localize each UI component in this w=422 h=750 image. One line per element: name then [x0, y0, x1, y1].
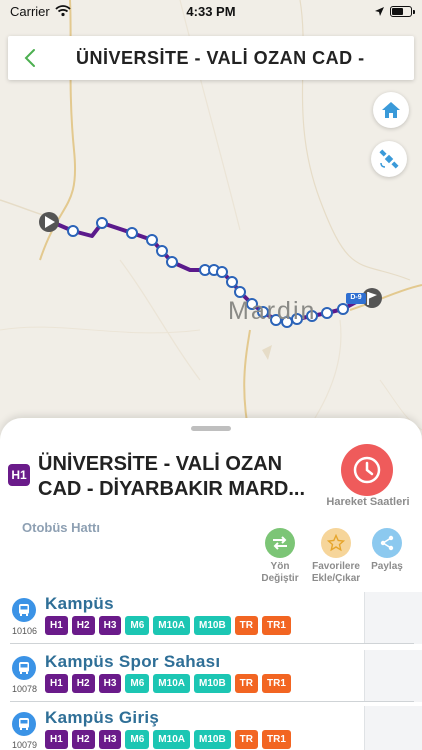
stop-code: 10106 — [12, 626, 38, 636]
route-title: ÜNİVERSİTE - VALİ OZAN CAD - DİYARBAKIR … — [38, 452, 328, 502]
header-title: ÜNİVERSİTE - VALİ OZAN CAD - — [76, 47, 365, 68]
wifi-icon — [55, 5, 71, 17]
line-chip-tr1[interactable]: TR1 — [262, 616, 291, 635]
divider — [10, 643, 414, 644]
line-chip-tr1[interactable]: TR1 — [262, 730, 291, 749]
line-chip-m10a[interactable]: M10A — [153, 616, 190, 635]
chevron-left-icon — [24, 49, 35, 67]
line-chip-h3[interactable]: H3 — [98, 616, 122, 635]
line-badge: H1 — [8, 464, 30, 486]
line-chip-h2[interactable]: H2 — [71, 674, 95, 693]
bus-stop-icon — [12, 712, 36, 736]
line-chip-h3[interactable]: H3 — [98, 674, 122, 693]
satellite-view-button[interactable] — [371, 141, 407, 177]
list-item[interactable]: 10079 Kampüs Giriş H1 H2 H3 M6 M10A M10B TR TR1 — [0, 706, 422, 750]
stop-side-panel — [364, 706, 422, 750]
line-chip-m6[interactable]: M6 — [125, 616, 150, 635]
battery-icon — [390, 5, 415, 17]
bus-stop-icon — [12, 598, 36, 622]
stop-name: Kampüs Spor Sahası — [45, 652, 221, 671]
location-arrow-icon — [375, 6, 384, 16]
line-chip-h1[interactable]: H1 — [45, 674, 68, 693]
line-chip-m10b[interactable]: M10B — [193, 616, 231, 635]
carrier-label: Carrier — [10, 3, 50, 19]
share-icon — [372, 528, 402, 558]
home-button[interactable] — [373, 92, 409, 128]
line-chip-m6[interactable]: M6 — [125, 730, 150, 749]
line-chip-m10b[interactable]: M10B — [193, 730, 231, 749]
status-bar: Carrier 4:33 PM — [0, 0, 422, 22]
stop-name: Kampüs — [45, 594, 114, 613]
home-icon — [382, 102, 400, 118]
star-icon — [321, 528, 351, 558]
line-chip-m10b[interactable]: M10B — [193, 674, 231, 693]
road-badge: D-9 — [350, 294, 362, 301]
stop-lines: H1 H2 H3 M6 M10A M10B TR TR1 — [45, 730, 291, 749]
line-chip-h2[interactable]: H2 — [71, 730, 95, 749]
line-chip-tr1[interactable]: TR1 — [262, 674, 291, 693]
route-title-line2: CAD - DİYARBAKIR MARD... — [38, 478, 306, 500]
divider — [10, 701, 414, 702]
line-chip-h2[interactable]: H2 — [71, 616, 95, 635]
line-chip-h1[interactable]: H1 — [45, 730, 68, 749]
route-type-label: Otobüs Hattı — [22, 520, 100, 535]
bus-stop-icon — [12, 656, 36, 680]
line-chip-m10a[interactable]: M10A — [153, 674, 190, 693]
stop-code: 10078 — [12, 684, 38, 694]
share-label: Paylaş — [371, 561, 403, 572]
line-chip-h1[interactable]: H1 — [45, 616, 68, 635]
line-chip-m10a[interactable]: M10A — [153, 730, 190, 749]
sheet-grabber[interactable] — [191, 426, 231, 431]
back-button[interactable] — [8, 36, 52, 80]
stop-side-panel — [364, 592, 422, 644]
route-header: ÜNİVERSİTE - VALİ OZAN CAD - — [8, 36, 414, 80]
list-item[interactable]: 10078 Kampüs Spor Sahası H1 H2 H3 M6 M10A M10… — [0, 650, 422, 706]
satellite-icon — [379, 149, 399, 169]
line-chip-tr[interactable]: TR — [234, 674, 259, 693]
line-chip-tr[interactable]: TR — [234, 730, 259, 749]
stop-side-panel — [364, 650, 422, 702]
schedule-button[interactable] — [341, 444, 393, 496]
swap-icon — [265, 528, 295, 558]
line-chip-m6[interactable]: M6 — [125, 674, 150, 693]
stop-lines: H1 H2 H3 M6 M10A M10B TR TR1 — [45, 616, 291, 635]
stop-code: 10079 — [12, 740, 38, 750]
schedule-label: Hareket Saatleri — [326, 496, 410, 508]
line-chip-tr[interactable]: TR — [234, 616, 259, 635]
stop-lines: H1 H2 H3 M6 M10A M10B TR TR1 — [45, 674, 291, 693]
clock-icon — [353, 456, 381, 484]
map-city-label: Mardin — [228, 297, 317, 325]
stop-name: Kampüs Giriş — [45, 708, 160, 727]
share-button[interactable]: Paylaş — [352, 528, 422, 573]
route-start-icon — [39, 212, 59, 232]
line-chip-h3[interactable]: H3 — [98, 730, 122, 749]
route-title-line1: ÜNİVERSİTE - VALİ OZAN — [38, 453, 283, 475]
list-item[interactable]: 10106 Kampüs H1 H2 H3 M6 M10A M10B TR TR1 — [0, 592, 422, 648]
